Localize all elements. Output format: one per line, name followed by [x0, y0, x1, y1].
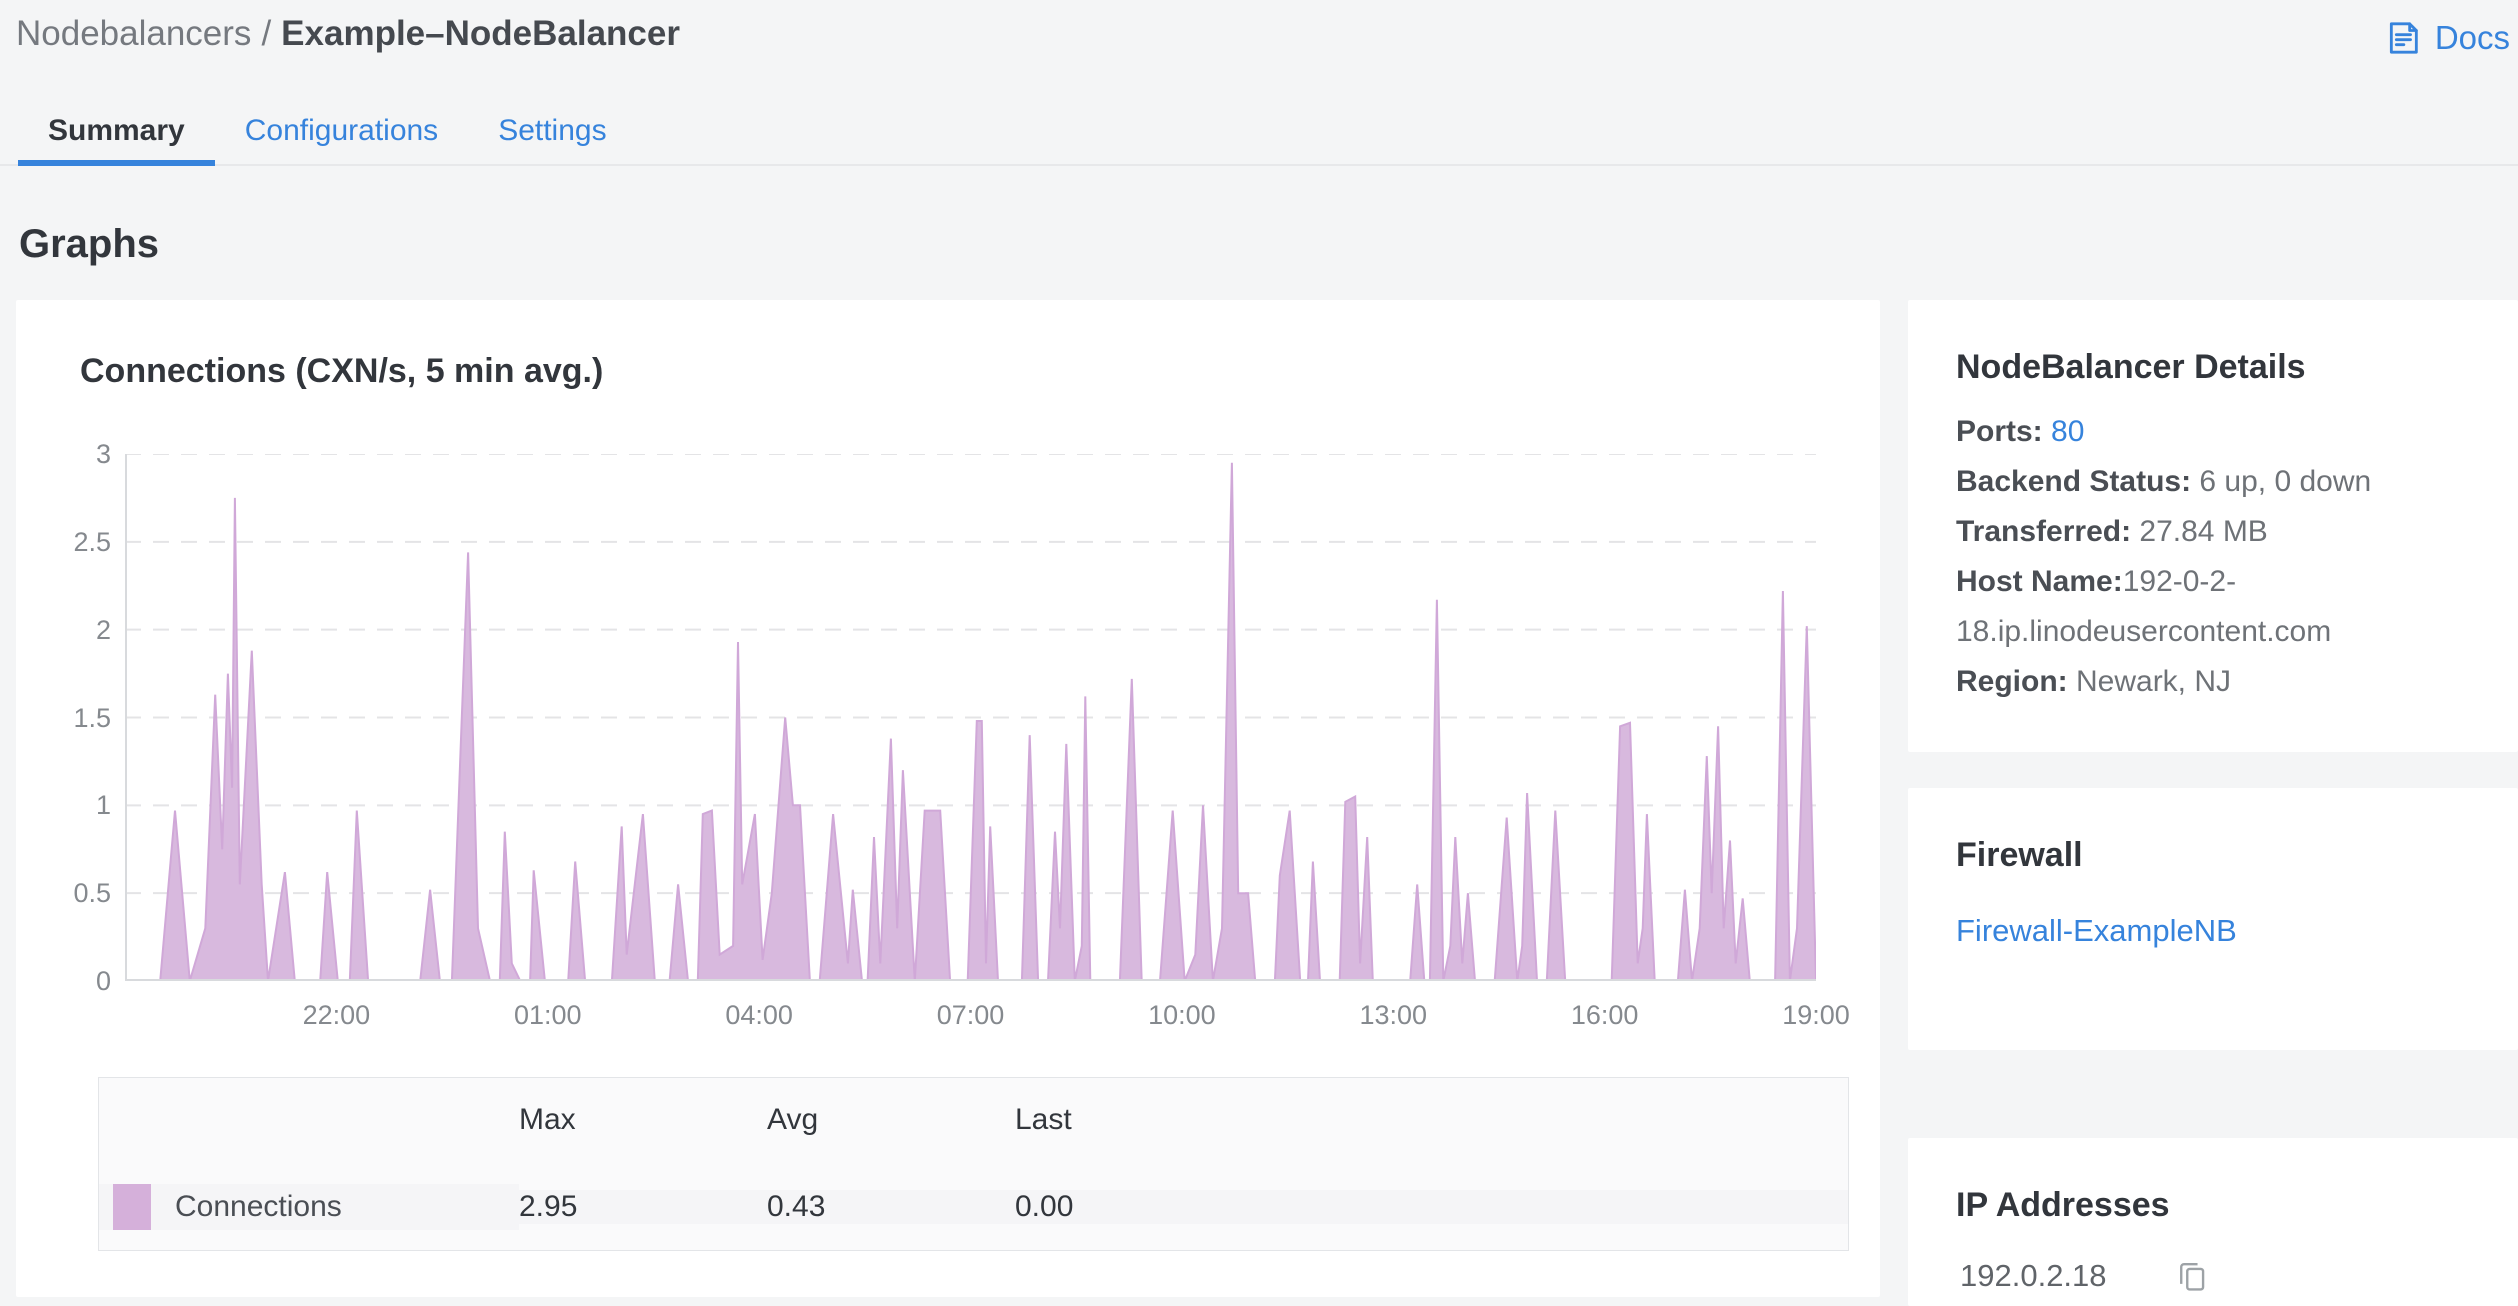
connections-graph-card: Connections (CXN/s, 5 min avg.) 0 0.5 1 1.5…	[16, 300, 1880, 1297]
y-tick-label: 3	[95, 439, 111, 469]
page-title: Example–NodeBalancer	[281, 14, 680, 53]
y-tick-label: 0	[95, 966, 111, 996]
y-tick-label: 2	[95, 614, 111, 645]
tab-configurations[interactable]: Configurations	[215, 100, 468, 164]
y-tick-label: 0.5	[73, 878, 111, 909]
copy-icon	[2173, 1262, 2211, 1298]
x-tick-label: 07:00	[936, 1000, 1005, 1030]
nodebalancer-details-card: NodeBalancer Details Ports: 80 Backend S…	[1908, 300, 2518, 752]
x-tick-label: 19:00	[1782, 1000, 1850, 1030]
chart-title: Connections (CXN/s, 5 min avg.)	[80, 352, 604, 390]
breadcrumb: Nodebalancers / Example–NodeBalancer	[16, 14, 680, 54]
breadcrumb-separator: /	[261, 14, 272, 53]
y-tick-label: 2.5	[73, 526, 111, 557]
x-tick-label: 01:00	[513, 1000, 582, 1030]
port-80-link[interactable]: 80	[2043, 415, 2084, 448]
detail-row-ports: Ports: 80	[1956, 415, 2085, 448]
tab-summary[interactable]: Summary	[18, 100, 215, 166]
y-tick-label: 1	[95, 790, 111, 821]
detail-row-transferred: Transferred: 27.84 MB	[1956, 515, 2268, 548]
ip-addresses-card: IP Addresses 192.0.2.18	[1908, 1138, 2518, 1306]
chart-plot-svg	[125, 454, 1816, 981]
legend-header-last: Last	[1015, 1103, 1072, 1136]
tab-bar: Summary Configurations Settings	[0, 100, 2518, 166]
tab-settings[interactable]: Settings	[468, 100, 636, 164]
detail-row-backend-status: Backend Status: 6 up, 0 down	[1956, 465, 2372, 498]
legend-series-label: Connections	[175, 1190, 342, 1223]
x-tick-label: 16:00	[1570, 1000, 1639, 1030]
connections-series-swatch	[113, 1184, 151, 1230]
copy-ip-button[interactable]	[2173, 1257, 2211, 1295]
legend-header-avg: Avg	[767, 1103, 819, 1136]
nodebalancer-summary-page: Nodebalancers / Example–NodeBalancer Docs …	[0, 0, 2518, 1306]
chart-y-axis: 0 0.5 1 1.5 2 2.5 3	[16, 439, 111, 996]
chart-x-axis: 22:00 01:00 04:00 07:00 10:00 13:00 16:00 19:00	[125, 1000, 1850, 1040]
graphs-section-heading: Graphs	[19, 222, 160, 266]
detail-row-region: Region: Newark, NJ	[1956, 665, 2232, 698]
ip-card-title: IP Addresses	[1956, 1186, 2170, 1224]
breadcrumb-nodebalancers-link[interactable]: Nodebalancers	[16, 14, 251, 53]
x-tick-label: 22:00	[302, 1000, 371, 1030]
firewall-card: Firewall Firewall-ExampleNB	[1908, 788, 2518, 1050]
ip-address-value: 192.0.2.18	[1960, 1258, 2107, 1293]
y-tick-label: 1.5	[73, 702, 111, 733]
legend-avg-value: 0.43	[767, 1190, 1015, 1224]
chart-legend-table: Max Avg Last Connections 2.95 0.43 0.00	[98, 1077, 1849, 1251]
docs-link[interactable]: Docs	[2383, 18, 2510, 58]
x-tick-label: 13:00	[1359, 1000, 1428, 1030]
firewall-examplenb-link[interactable]: Firewall-ExampleNB	[1908, 875, 2518, 949]
legend-last-value: 0.00	[1015, 1190, 1848, 1224]
detail-row-host-name: Host Name:192-0-2-18.ip.linodeuserconten…	[1956, 565, 2332, 648]
legend-max-value: 2.95	[519, 1190, 767, 1224]
details-card-title: NodeBalancer Details	[1956, 348, 2306, 386]
details-rows: Ports: 80 Backend Status: 6 up, 0 down T…	[1908, 387, 2518, 707]
legend-header-max: Max	[519, 1103, 576, 1136]
x-tick-label: 04:00	[725, 1000, 793, 1030]
legend-series-cell: Connections	[99, 1184, 519, 1230]
ip-address-row: 192.0.2.18	[1908, 1225, 2518, 1295]
firewall-card-title: Firewall	[1956, 836, 2083, 874]
x-tick-label: 10:00	[1148, 1000, 1216, 1030]
docs-label: Docs	[2434, 19, 2510, 56]
connections-area-chart	[125, 454, 1816, 981]
docs-icon	[2383, 18, 2423, 58]
